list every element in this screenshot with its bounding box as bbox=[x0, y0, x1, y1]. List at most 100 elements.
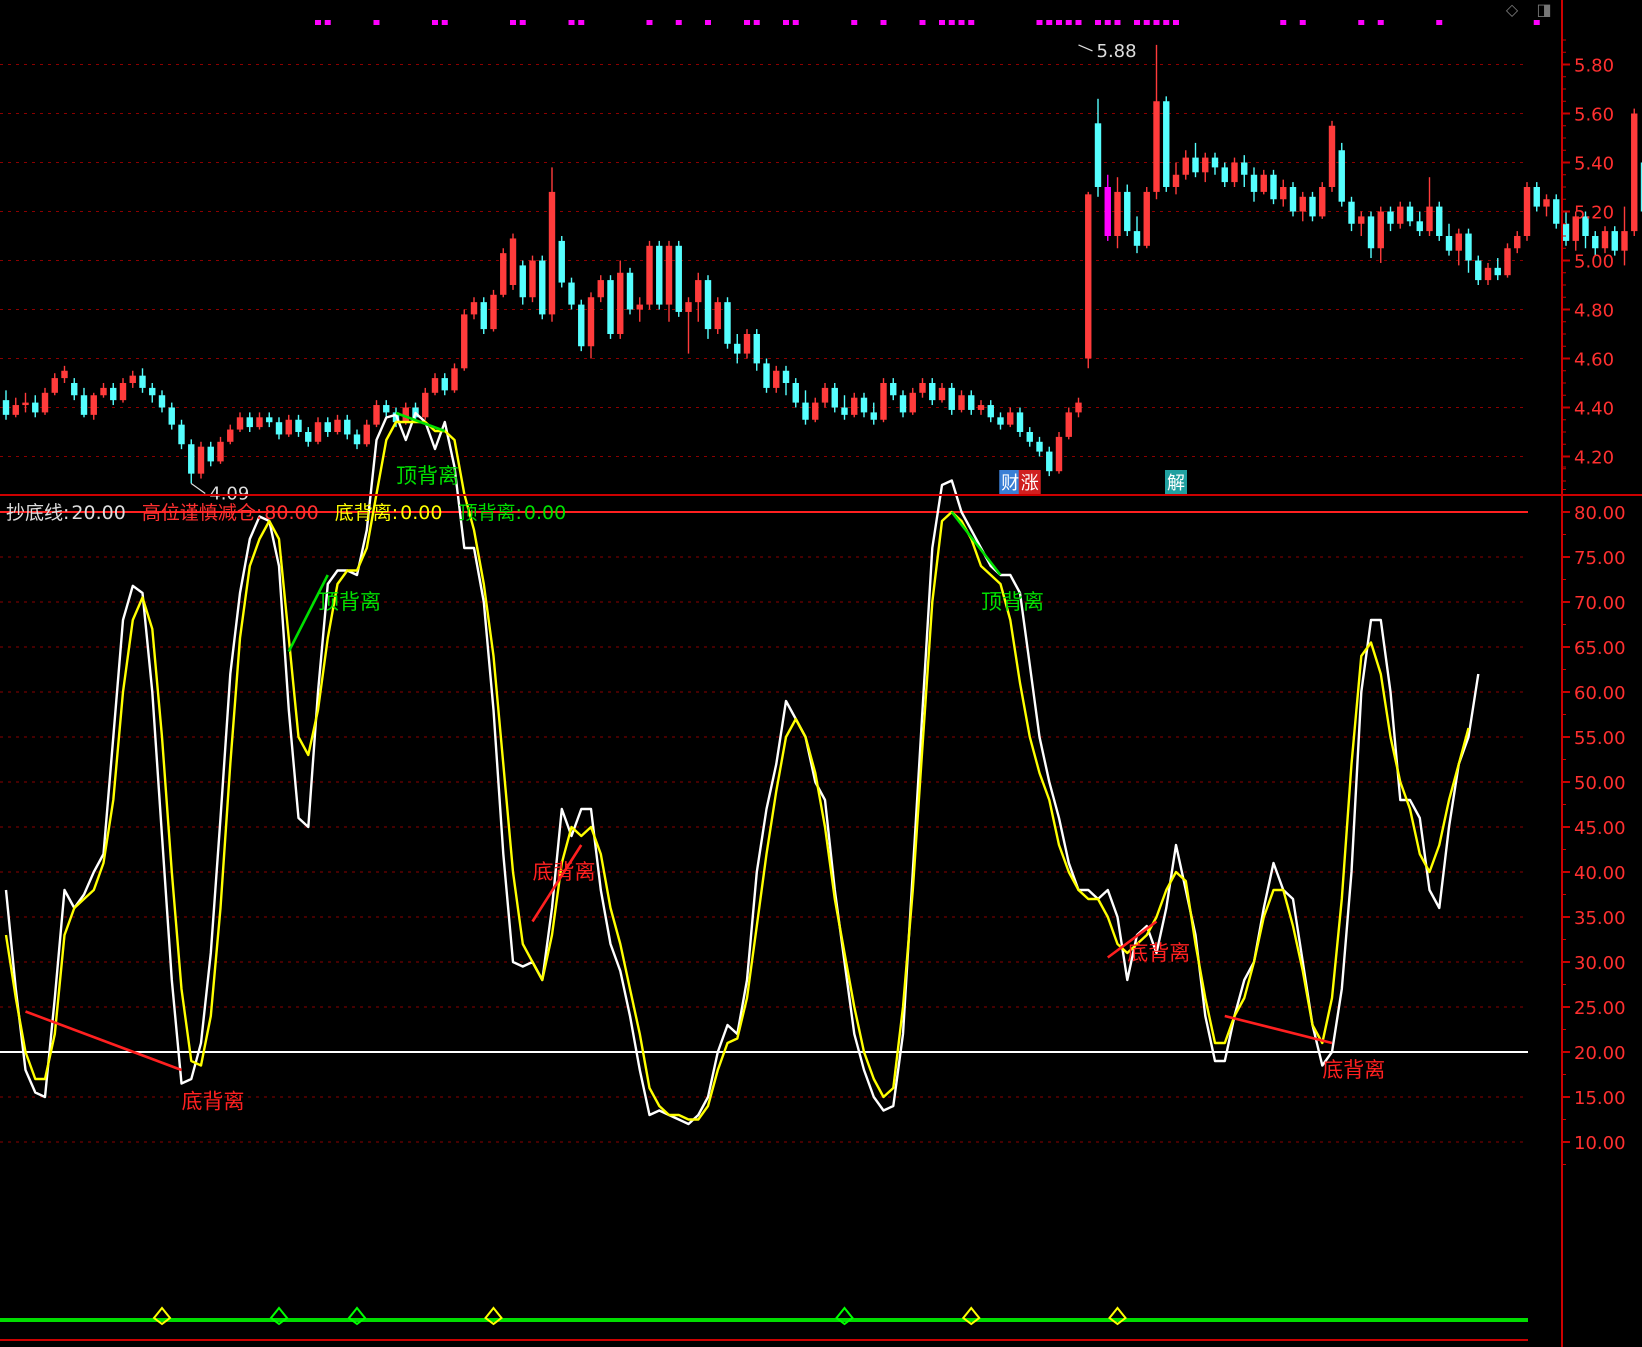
candle-body bbox=[2, 400, 10, 415]
candle-body bbox=[626, 272, 634, 310]
candle-body bbox=[431, 378, 439, 393]
signal-dot bbox=[744, 20, 750, 25]
candle-body bbox=[285, 419, 292, 435]
top-div-value: 0.00 bbox=[523, 502, 567, 524]
signal-dot bbox=[1533, 20, 1540, 25]
signal-dot bbox=[851, 20, 858, 25]
candle-body bbox=[1202, 157, 1209, 173]
candle-body bbox=[470, 302, 478, 315]
candle-body bbox=[724, 302, 731, 344]
signal-dot bbox=[1153, 20, 1160, 25]
buy-line-label: 抄底线: bbox=[6, 502, 70, 524]
candle-body bbox=[1367, 216, 1375, 249]
candle-body bbox=[266, 417, 273, 423]
candle-body bbox=[451, 368, 458, 391]
candle-body bbox=[1211, 157, 1219, 168]
signal-dot bbox=[919, 20, 926, 25]
indicator-series-line bbox=[4, 420, 1470, 1121]
price-tick-label: 4.20 bbox=[1574, 448, 1614, 469]
signal-dot bbox=[939, 20, 945, 25]
candle-body bbox=[256, 417, 263, 428]
candle-body bbox=[1250, 174, 1258, 192]
candle-body bbox=[1163, 101, 1170, 187]
divergence-label: 底背离 bbox=[182, 1090, 245, 1114]
candle-body bbox=[275, 422, 283, 435]
price-axis: 5.80 5.60 5.40 5.20 5.00 4.80 4.60 4.40 4.20 80.0… bbox=[0, 0, 1642, 1347]
indicator-tick-label: 60.00 bbox=[1574, 683, 1626, 704]
candle-body bbox=[197, 446, 205, 474]
price-tick-label: 5.40 bbox=[1574, 154, 1614, 175]
indicator-tick-label: 25.00 bbox=[1574, 998, 1626, 1019]
signal-dot bbox=[568, 20, 575, 25]
signal-dot bbox=[1299, 20, 1306, 25]
signal-dot bbox=[880, 20, 887, 25]
candle-body bbox=[1182, 157, 1189, 175]
signal-dot bbox=[441, 20, 448, 25]
candle-body bbox=[675, 245, 682, 312]
candle-body bbox=[236, 417, 244, 430]
signal-dot bbox=[1134, 20, 1140, 25]
signal-dot bbox=[705, 20, 711, 25]
candle-body bbox=[509, 238, 517, 285]
candle-body bbox=[929, 383, 936, 401]
candle-body bbox=[227, 429, 234, 442]
signal-dot bbox=[324, 20, 331, 25]
signal-dot bbox=[1075, 20, 1082, 25]
candle-body bbox=[353, 434, 361, 445]
candle-body bbox=[812, 402, 819, 420]
candle-body bbox=[1523, 187, 1531, 236]
candle-body bbox=[1631, 113, 1638, 232]
signal-dot bbox=[510, 20, 516, 25]
candle-body bbox=[1046, 451, 1053, 472]
signal-dot bbox=[1065, 20, 1072, 25]
candle-body bbox=[938, 387, 946, 401]
candle-body bbox=[753, 334, 760, 364]
candle-body bbox=[1055, 436, 1063, 472]
candle-body bbox=[587, 297, 595, 347]
candle-body bbox=[217, 441, 224, 462]
diamond-icon[interactable]: ◇ bbox=[1502, 0, 1522, 19]
candle-body bbox=[1484, 267, 1492, 281]
candle-body bbox=[1621, 231, 1628, 251]
candle-body bbox=[743, 334, 751, 354]
candle-body bbox=[665, 245, 673, 305]
candle-body bbox=[714, 302, 721, 330]
candle-body bbox=[987, 405, 994, 418]
candle-body bbox=[1289, 187, 1297, 212]
candle-body bbox=[1094, 123, 1102, 187]
signal-dot bbox=[432, 20, 438, 25]
price-tick-label: 4.60 bbox=[1574, 350, 1614, 371]
candle-body bbox=[1338, 150, 1345, 202]
candle-body bbox=[851, 397, 858, 415]
candle-body bbox=[441, 378, 448, 391]
stock-chart[interactable]: 4.095.88财涨解 底背离顶背离顶背离底背离顶背离底背离底背离 5.805.… bbox=[0, 0, 1642, 1347]
candle-body bbox=[968, 395, 975, 410]
signal-dot bbox=[1114, 20, 1121, 25]
candle-body bbox=[324, 422, 331, 432]
candle-body bbox=[480, 302, 487, 330]
candle-body bbox=[61, 370, 68, 379]
candle-body bbox=[1065, 412, 1072, 437]
candle-body bbox=[1036, 441, 1043, 452]
candle-body bbox=[1426, 206, 1433, 232]
candle-body bbox=[1016, 412, 1024, 432]
candle-body bbox=[139, 375, 146, 388]
window-icon[interactable]: ◨ bbox=[1534, 0, 1554, 19]
candle-body bbox=[539, 260, 546, 315]
candle-body bbox=[1358, 216, 1365, 224]
candle-body bbox=[636, 304, 643, 310]
candle-body bbox=[12, 405, 19, 415]
signal-dot bbox=[1280, 20, 1287, 25]
candle-body bbox=[1133, 231, 1141, 246]
extreme-pointer bbox=[1078, 44, 1093, 52]
candle-body bbox=[334, 419, 341, 432]
candle-body bbox=[1611, 231, 1618, 251]
candle-body bbox=[1309, 196, 1316, 217]
candle-body bbox=[158, 395, 166, 408]
price-tick-label: 5.60 bbox=[1574, 105, 1614, 126]
candle-body bbox=[1592, 236, 1599, 249]
price-annotations: 4.095.88财涨解 bbox=[190, 20, 1540, 504]
event-badge-label: 解 bbox=[1167, 473, 1185, 494]
candle-body bbox=[821, 387, 829, 403]
candle-body bbox=[1445, 236, 1453, 251]
